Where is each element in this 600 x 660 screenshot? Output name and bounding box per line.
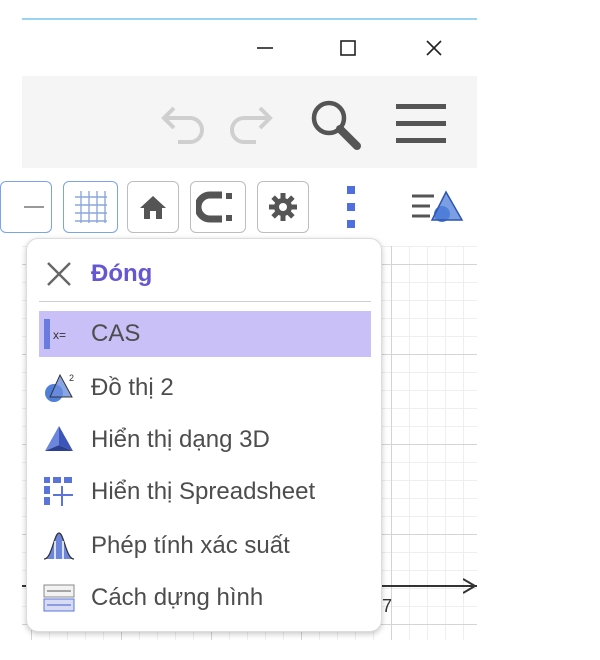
standard-view-button[interactable] — [127, 181, 179, 233]
main-menu-button[interactable] — [394, 98, 448, 150]
menu-close-label: Đóng — [91, 260, 153, 287]
close-icon — [426, 40, 442, 56]
menu-item-label: Đồ thị 2 — [91, 374, 174, 401]
menu-item-graphics-2[interactable]: 2 Đồ thị 2 — [39, 365, 371, 411]
close-icon — [47, 262, 71, 286]
menu-item-label: Cách dựng hình — [91, 584, 264, 611]
close-window-button[interactable] — [414, 28, 454, 68]
menu-item-label: Hiển thị dạng 3D — [91, 426, 270, 453]
magnet-icon — [196, 191, 232, 223]
x-axis-tick-label: 7 — [382, 596, 393, 616]
redo-button[interactable] — [222, 100, 278, 150]
menu-item-construction-protocol[interactable]: Cách dựng hình — [39, 575, 371, 621]
axes-toggle-icon — [24, 206, 44, 208]
undo-button[interactable] — [156, 100, 212, 150]
toggle-style-bar-button[interactable] — [408, 186, 466, 230]
menu-item-label: Hiển thị Spreadsheet — [91, 478, 316, 505]
search-icon — [311, 100, 361, 150]
menu-item-label: CAS — [91, 320, 141, 347]
view-menu: Đóng x= CAS 2 Đồ thị 2 Hiển thị dạng 3D … — [26, 238, 382, 632]
undo-icon — [161, 106, 204, 144]
probability-icon — [43, 532, 75, 560]
more-vertical-icon — [347, 186, 355, 228]
maximize-button[interactable] — [328, 28, 368, 68]
axes-toggle-button[interactable] — [0, 181, 52, 233]
menu-item-probability[interactable]: Phép tính xác suất — [39, 523, 371, 569]
home-icon — [140, 196, 166, 219]
minimize-icon — [257, 47, 273, 49]
search-button[interactable] — [307, 96, 365, 154]
graphics-settings-button[interactable] — [257, 181, 309, 233]
hamburger-menu-icon — [396, 104, 446, 143]
x-axis-arrow-icon — [463, 578, 477, 594]
grid-toggle-icon — [74, 191, 107, 223]
grid-toggle-button[interactable] — [63, 181, 118, 233]
spreadsheet-icon — [44, 477, 73, 506]
main-toolbar — [22, 76, 477, 168]
title-bar — [22, 20, 477, 76]
graphics-2-icon: 2 — [45, 373, 74, 402]
menu-item-spreadsheet[interactable]: Hiển thị Spreadsheet — [39, 469, 371, 515]
toggle-style-bar-icon — [412, 190, 464, 222]
menu-item-label: Phép tính xác suất — [91, 532, 290, 559]
cas-icon: x= — [44, 319, 66, 349]
construction-protocol-icon — [43, 584, 75, 612]
gear-icon — [269, 193, 297, 221]
menu-item-3d-graphics[interactable]: Hiển thị dạng 3D — [39, 417, 371, 463]
point-capturing-button[interactable] — [190, 181, 246, 233]
svg-text:2: 2 — [69, 373, 74, 383]
graphics-style-bar — [0, 168, 477, 246]
maximize-icon — [340, 40, 356, 56]
menu-divider — [39, 301, 371, 302]
menu-close-item[interactable]: Đóng — [39, 251, 371, 297]
more-options-button[interactable] — [338, 182, 364, 232]
menu-item-cas[interactable]: x= CAS — [39, 311, 371, 357]
minimize-button[interactable] — [245, 28, 285, 68]
svg-text:x=: x= — [53, 328, 66, 342]
redo-icon — [230, 106, 273, 144]
3d-graphics-icon — [45, 426, 73, 451]
